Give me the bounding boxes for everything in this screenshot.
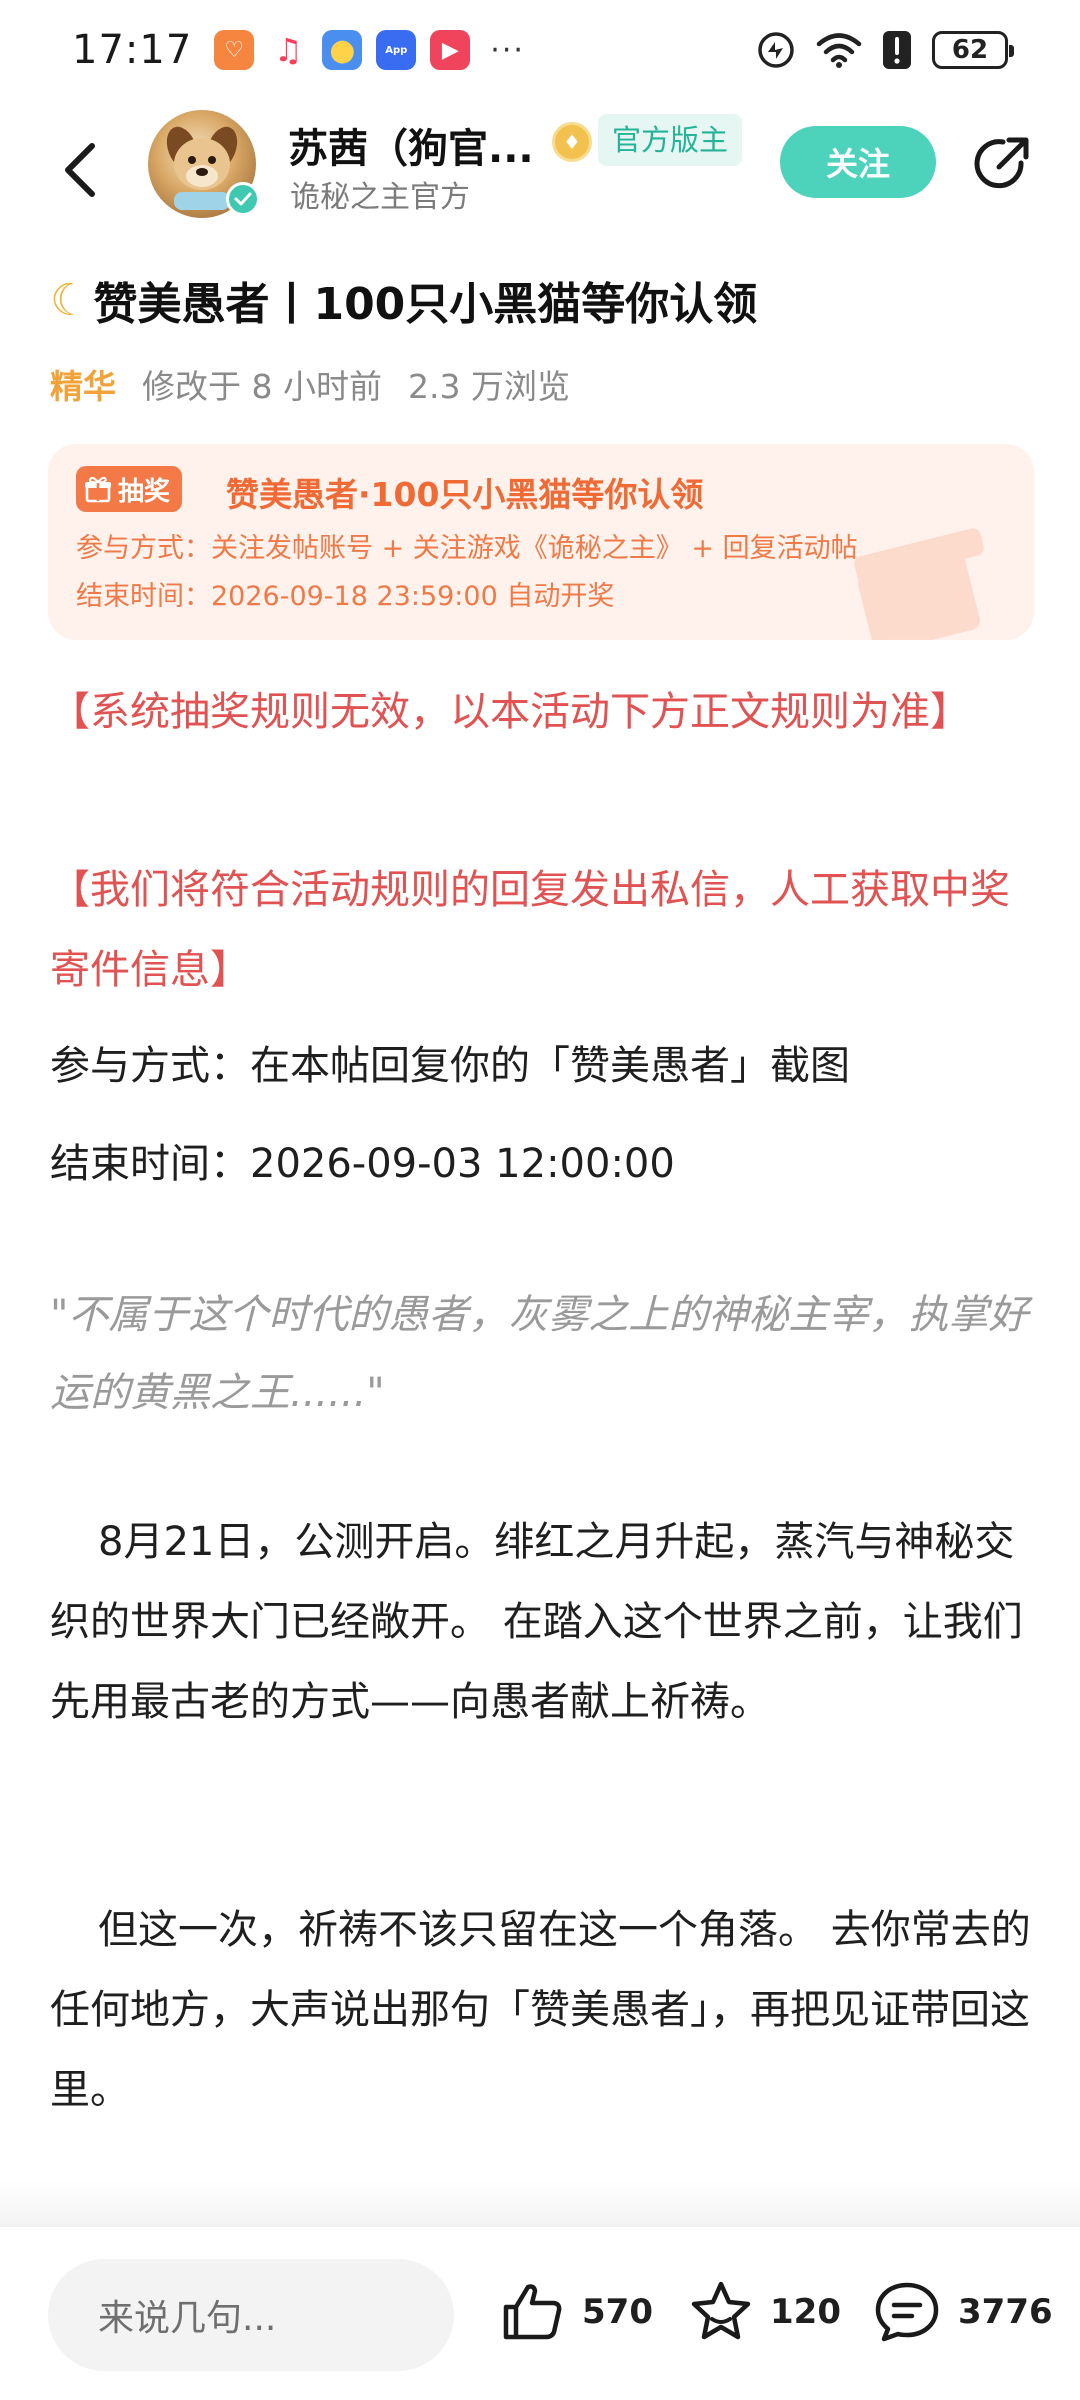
author-avatar[interactable] xyxy=(148,110,260,218)
verified-badge-icon xyxy=(226,182,260,216)
status-time: 17:17 xyxy=(72,27,193,73)
like-button[interactable]: 570 xyxy=(500,2267,653,2357)
post-title: ☾ 赞美愚者丨100只小黑猫等你认领 xyxy=(50,268,757,332)
follow-button[interactable]: 关注 xyxy=(780,126,936,198)
star-icon xyxy=(691,2281,751,2340)
essence-tag: 精华 xyxy=(50,367,116,406)
bottom-action-bar: 来说几句... 570 120 3776 xyxy=(0,2226,1080,2400)
status-right: 62 xyxy=(756,30,1014,70)
post-title-text: 赞美愚者丨100只小黑猫等你认领 xyxy=(93,279,758,330)
comment-input[interactable]: 来说几句... xyxy=(48,2259,454,2371)
comment-button[interactable]: 3776 xyxy=(872,2267,1053,2357)
end-time-text: 结束时间：2026-09-03 12:00:00 xyxy=(50,1141,675,1187)
status-bar: 17:17 ♡ ♫ ● App ▶ ··· 62 xyxy=(0,0,1080,100)
favorite-count: 120 xyxy=(770,2292,841,2332)
lottery-badge-label: 抽奖 xyxy=(118,476,171,507)
author-subtitle: 诡秘之主官方 xyxy=(290,180,470,215)
modified-time: 修改于 8 小时前 xyxy=(142,367,382,406)
quote-text: "不属于这个时代的愚者，灰雾之上的神秘主宰，执掌好运的黄黑之王......" xyxy=(50,1292,1029,1416)
lottery-card[interactable]: 抽奖 赞美愚者·100只小黑猫等你认领 参与方式：关注发帖账号 + 关注游戏《诡… xyxy=(48,444,1034,640)
music-app-icon: ♫ xyxy=(268,30,309,70)
data-saver-icon xyxy=(758,32,794,68)
gift-watermark-icon xyxy=(854,528,984,640)
view-count: 2.3 万浏览 xyxy=(407,367,570,406)
role-tag: 官方版主 xyxy=(598,114,743,166)
status-app-icons: ♡ ♫ ● App ▶ ··· xyxy=(214,30,525,70)
lottery-badge: 抽奖 xyxy=(76,466,183,512)
red-notice-2: 【我们将符合活动规则的回复发出私信，人工获取中奖寄件信息】 xyxy=(50,867,1010,993)
video-app-icon: ▶ xyxy=(430,30,471,70)
author-name[interactable]: 苏茜（狗官... xyxy=(288,116,534,174)
like-count: 570 xyxy=(582,2292,653,2332)
weather-app-icon: ● xyxy=(322,30,363,70)
lottery-participation: 参与方式：关注发帖账号 + 关注游戏《诡秘之主》 + 回复活动帖 xyxy=(76,533,858,564)
back-button[interactable] xyxy=(50,138,110,202)
share-icon xyxy=(974,137,1029,189)
participation-text: 参与方式：在本帖回复你的「赞美愚者」截图 xyxy=(50,1043,850,1089)
lottery-end-time: 结束时间：2026-09-18 23:59:00 自动开奖 xyxy=(76,581,615,612)
paragraph-1: 8月21日，公测开启。绯红之月升起，蒸汽与神秘交织的世界大门已经敞开。 在踏入这… xyxy=(50,1519,1023,1725)
official-medal-icon: ♦ xyxy=(552,122,592,162)
favorite-button[interactable]: 120 xyxy=(688,2267,841,2357)
back-arrow-icon xyxy=(65,143,95,197)
more-notifications-icon: ··· xyxy=(490,32,525,68)
wifi-icon xyxy=(816,33,862,68)
moon-icon: ☾ xyxy=(50,274,90,326)
thumbs-up-icon xyxy=(503,2284,562,2340)
paragraph-2: 但这一次，祈祷不该只留在这一个角落。 去你常去的任何地方，大声说出那句「赞美愚者… xyxy=(50,1907,1031,2113)
red-notice-1: 【系统抽奖规则无效，以本活动下方正文规则为准】 xyxy=(50,689,970,735)
content-fade xyxy=(0,2180,1080,2226)
comment-count: 3776 xyxy=(958,2292,1053,2332)
battery-indicator: 62 xyxy=(932,31,1014,69)
post-header: 苏茜（狗官... ♦ 官方版主 诡秘之主官方 关注 xyxy=(0,100,1080,240)
taobao-app-icon: ♡ xyxy=(214,30,255,70)
app-market-icon: App xyxy=(376,30,417,70)
share-button[interactable] xyxy=(968,130,1036,198)
battery-level: 62 xyxy=(951,35,989,65)
post-meta: 精华 修改于 8 小时前 2.3 万浏览 xyxy=(50,360,570,408)
gift-icon xyxy=(85,476,111,503)
comment-icon xyxy=(875,2282,939,2342)
alert-icon xyxy=(883,31,911,69)
lottery-title: 赞美愚者·100只小黑猫等你认领 xyxy=(226,475,704,514)
